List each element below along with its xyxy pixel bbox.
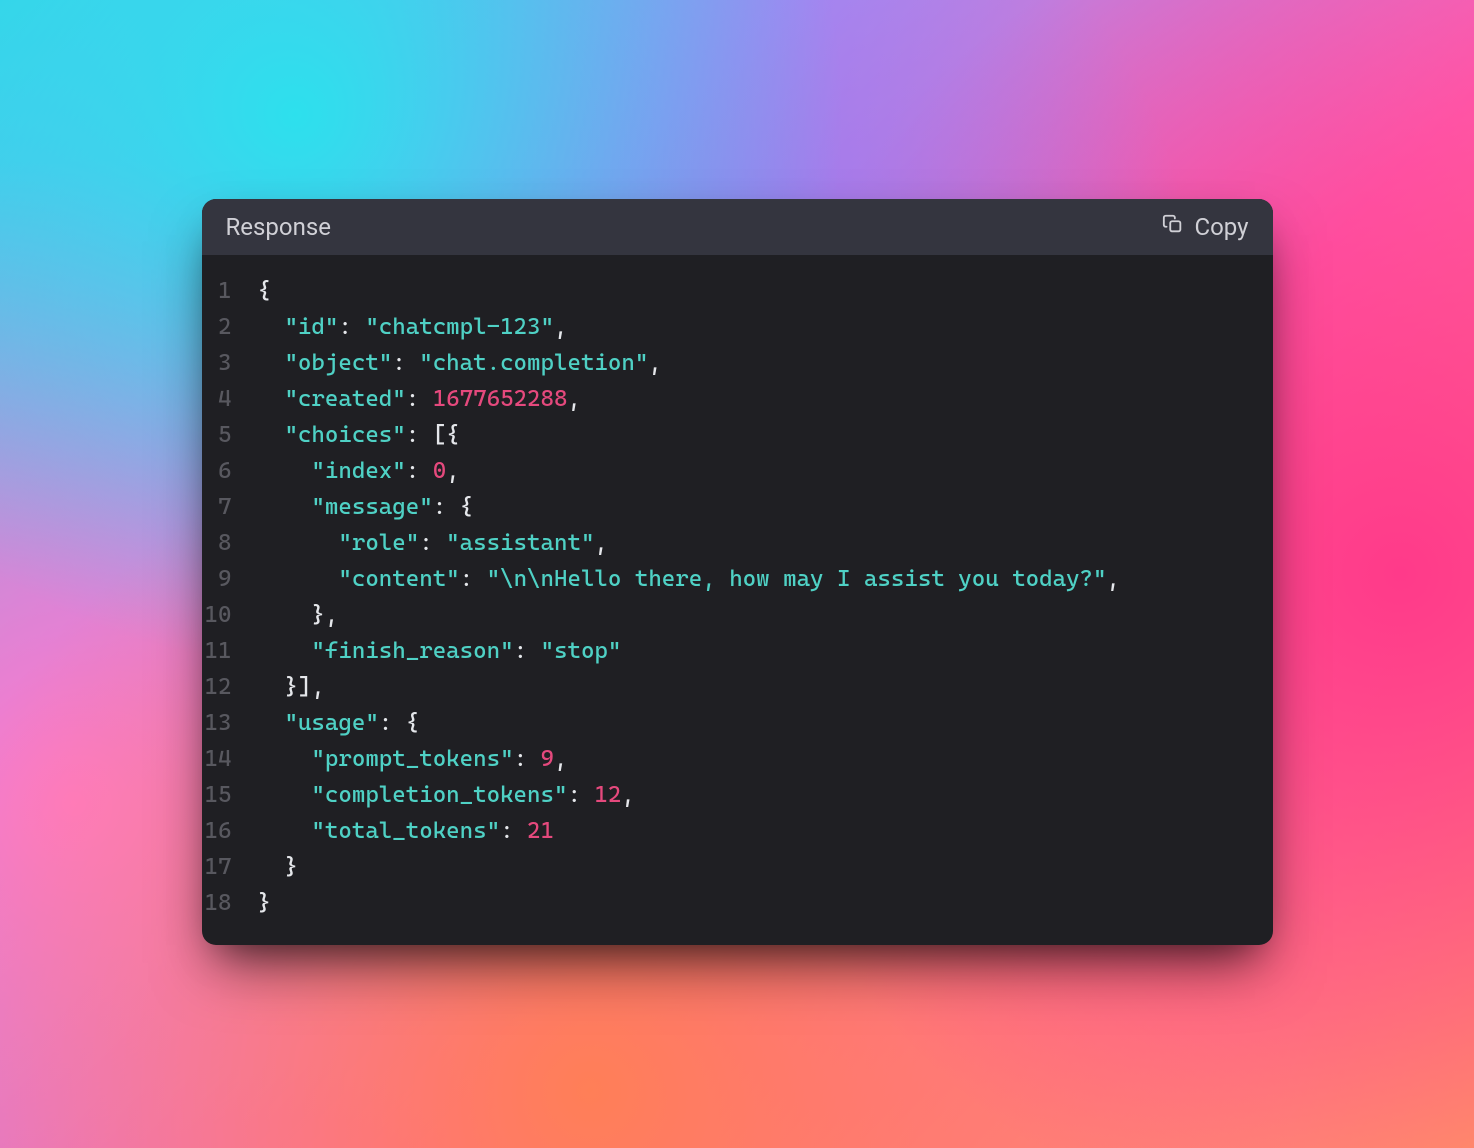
line-number: 5: [202, 417, 258, 453]
line-content: "choices": [{: [258, 417, 460, 453]
line-number: 7: [202, 489, 258, 525]
line-content: "id": "chatcmpl-123",: [258, 309, 568, 345]
line-content: {: [258, 273, 271, 309]
line-number: 18: [202, 885, 258, 921]
code-line: 3 "object": "chat.completion",: [202, 345, 1273, 381]
line-number: 17: [202, 849, 258, 885]
code-line: 9 "content": "\n\nHello there, how may I…: [202, 561, 1273, 597]
line-number: 1: [202, 273, 258, 309]
line-content: "total_tokens": 21: [258, 813, 554, 849]
line-number: 6: [202, 453, 258, 489]
line-content: "message": {: [258, 489, 474, 525]
line-content: "role": "assistant",: [258, 525, 608, 561]
line-number: 11: [202, 633, 258, 669]
line-number: 12: [202, 669, 258, 705]
code-line: 6 "index": 0,: [202, 453, 1273, 489]
line-content: "object": "chat.completion",: [258, 345, 662, 381]
line-content: }],: [258, 669, 325, 705]
code-line: 12 }],: [202, 669, 1273, 705]
line-number: 4: [202, 381, 258, 417]
line-content: }: [258, 849, 298, 885]
line-content: "content": "\n\nHello there, how may I a…: [258, 561, 1121, 597]
line-number: 3: [202, 345, 258, 381]
line-number: 16: [202, 813, 258, 849]
line-content: },: [258, 597, 339, 633]
line-content: "completion_tokens": 12,: [258, 777, 635, 813]
copy-label: Copy: [1194, 213, 1248, 241]
line-number: 10: [202, 597, 258, 633]
line-number: 2: [202, 309, 258, 345]
line-content: "finish_reason": "stop": [258, 633, 622, 669]
line-content: "prompt_tokens": 9,: [258, 741, 568, 777]
copy-button[interactable]: Copy: [1162, 213, 1248, 241]
code-line: 16 "total_tokens": 21: [202, 813, 1273, 849]
code-body[interactable]: 1{2 "id": "chatcmpl-123",3 "object": "ch…: [202, 255, 1273, 945]
line-number: 8: [202, 525, 258, 561]
line-number: 13: [202, 705, 258, 741]
code-line: 15 "completion_tokens": 12,: [202, 777, 1273, 813]
copy-icon: [1162, 213, 1184, 241]
code-line: 1{: [202, 273, 1273, 309]
code-line: 18}: [202, 885, 1273, 921]
line-number: 9: [202, 561, 258, 597]
code-line: 8 "role": "assistant",: [202, 525, 1273, 561]
code-line: 2 "id": "chatcmpl-123",: [202, 309, 1273, 345]
code-line: 11 "finish_reason": "stop": [202, 633, 1273, 669]
code-line: 5 "choices": [{: [202, 417, 1273, 453]
code-line: 7 "message": {: [202, 489, 1273, 525]
line-content: }: [258, 885, 271, 921]
panel-header: Response Copy: [202, 199, 1273, 255]
panel-title: Response: [226, 213, 331, 241]
line-number: 15: [202, 777, 258, 813]
code-line: 13 "usage": {: [202, 705, 1273, 741]
code-line: 14 "prompt_tokens": 9,: [202, 741, 1273, 777]
code-line: 4 "created": 1677652288,: [202, 381, 1273, 417]
line-number: 14: [202, 741, 258, 777]
line-content: "index": 0,: [258, 453, 460, 489]
code-line: 17 }: [202, 849, 1273, 885]
line-content: "created": 1677652288,: [258, 381, 581, 417]
line-content: "usage": {: [258, 705, 420, 741]
code-panel: Response Copy 1{2 "id": "chatcmpl-123",3…: [202, 199, 1273, 945]
code-line: 10 },: [202, 597, 1273, 633]
